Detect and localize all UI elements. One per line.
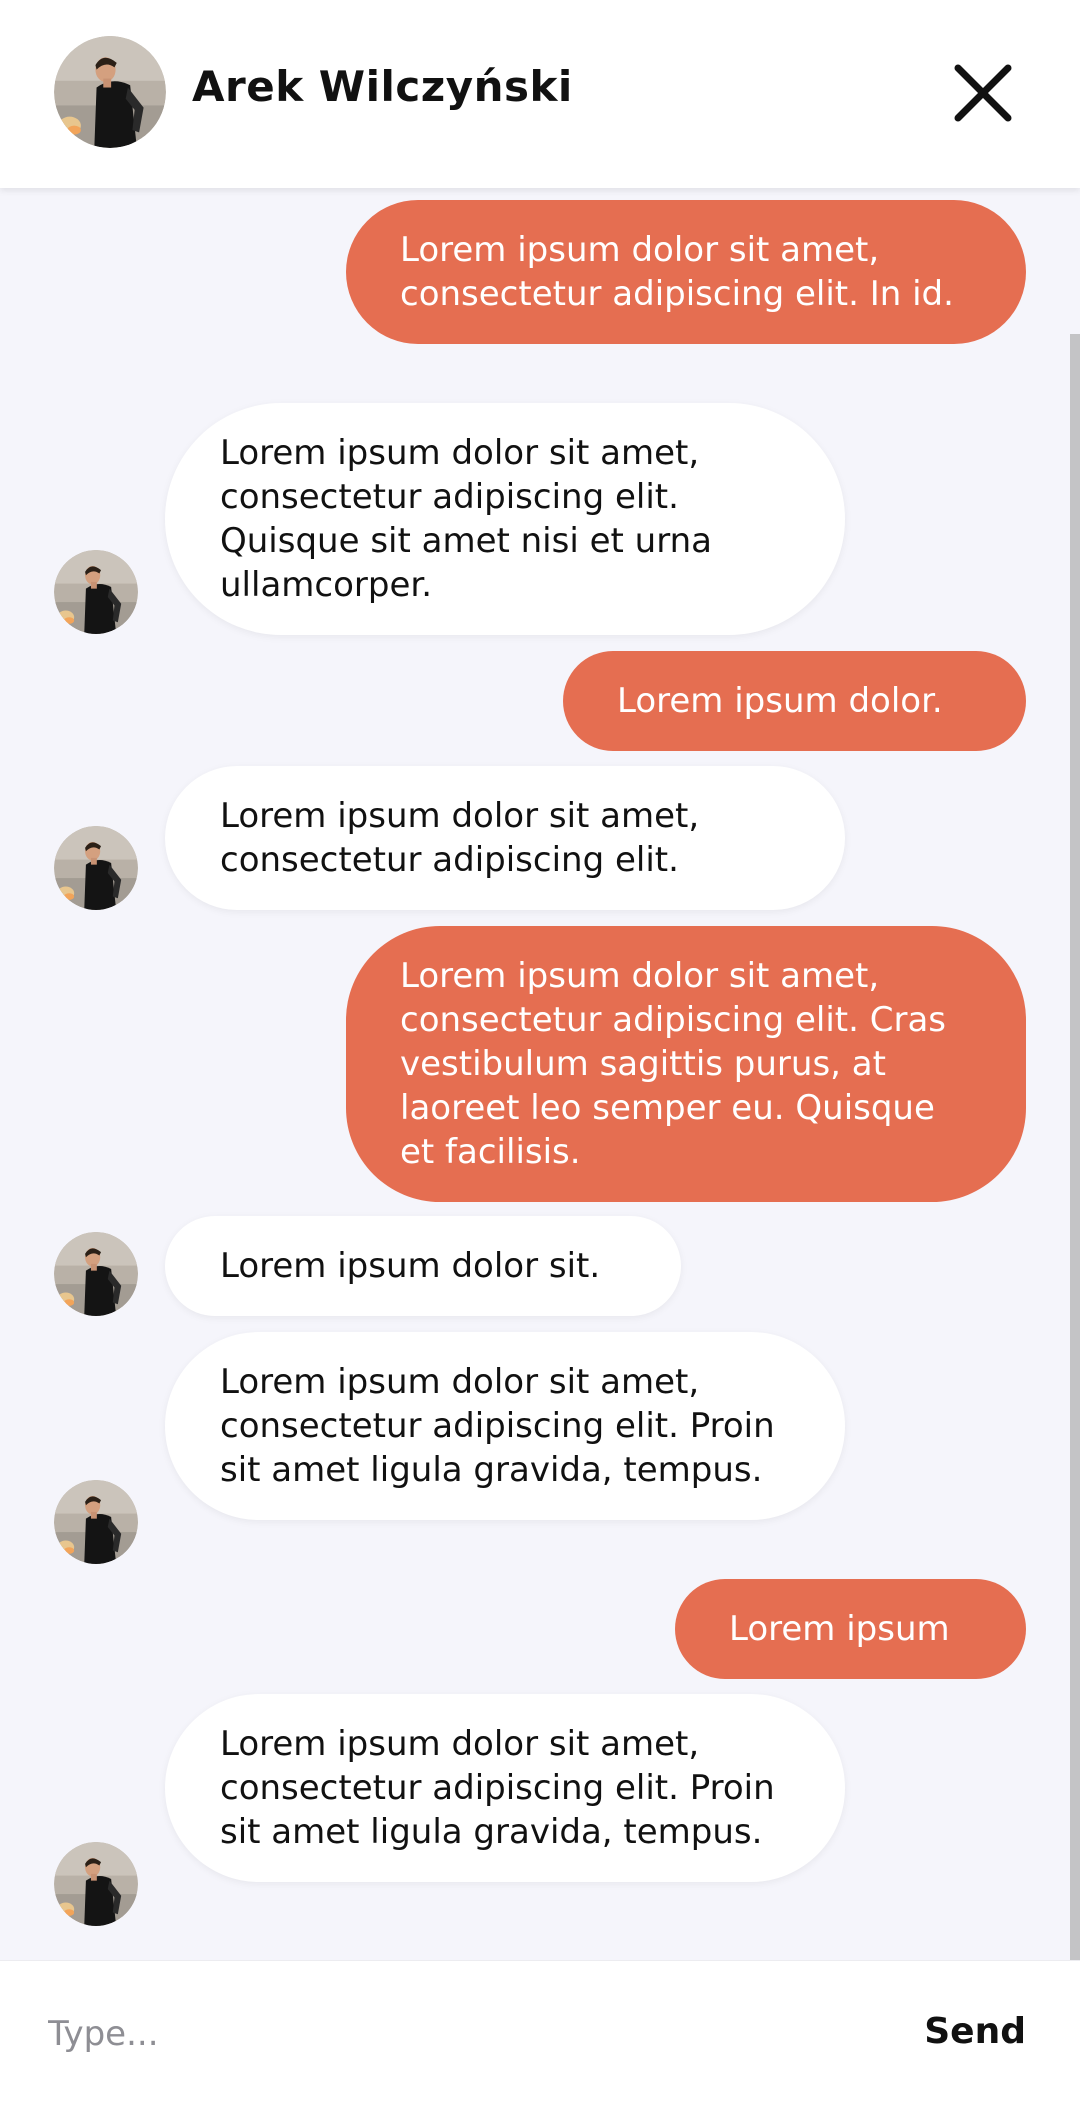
sender-avatar [54, 550, 138, 634]
sender-avatar [54, 1232, 138, 1316]
message-list[interactable]: Lorem ipsum dolor sit amet, consectetur … [0, 188, 1080, 1960]
close-icon [954, 64, 1012, 122]
message-incoming: Lorem ipsum dolor sit amet, consectetur … [165, 1694, 845, 1882]
sender-avatar [54, 1842, 138, 1926]
message-text: Lorem ipsum dolor sit amet, consectetur … [400, 956, 946, 1172]
message-text: Lorem ipsum dolor sit amet, consectetur … [400, 230, 954, 314]
message-text: Lorem ipsum dolor sit amet, consectetur … [220, 1362, 775, 1490]
message-outgoing: Lorem ipsum dolor sit amet, consectetur … [346, 926, 1026, 1202]
message-incoming: Lorem ipsum dolor sit amet, consectetur … [165, 1332, 845, 1520]
message-text: Lorem ipsum dolor. [617, 681, 943, 721]
message-incoming: Lorem ipsum dolor sit. [165, 1216, 681, 1316]
chat-header: Arek Wilczyński [0, 0, 1080, 188]
message-composer: Send [0, 1960, 1080, 2107]
message-incoming: Lorem ipsum dolor sit amet, consectetur … [165, 403, 845, 635]
message-text: Lorem ipsum [729, 1609, 950, 1649]
message-incoming: Lorem ipsum dolor sit amet, consectetur … [165, 766, 845, 910]
scrollbar[interactable] [1070, 334, 1080, 1960]
message-input[interactable] [46, 2001, 870, 2067]
message-text: Lorem ipsum dolor sit amet, consectetur … [220, 796, 700, 880]
message-outgoing: Lorem ipsum dolor. [563, 651, 1026, 751]
sender-avatar [54, 826, 138, 910]
message-text: Lorem ipsum dolor sit amet, consectetur … [220, 1724, 775, 1852]
close-button[interactable] [948, 58, 1018, 128]
contact-avatar[interactable] [54, 36, 166, 148]
message-text: Lorem ipsum dolor sit. [220, 1246, 601, 1286]
message-outgoing: Lorem ipsum [675, 1579, 1026, 1679]
send-button[interactable]: Send [924, 2011, 1026, 2052]
message-text: Lorem ipsum dolor sit amet, consectetur … [220, 433, 712, 605]
message-outgoing: Lorem ipsum dolor sit amet, consectetur … [346, 200, 1026, 344]
contact-name: Arek Wilczyński [192, 62, 573, 111]
sender-avatar [54, 1480, 138, 1564]
